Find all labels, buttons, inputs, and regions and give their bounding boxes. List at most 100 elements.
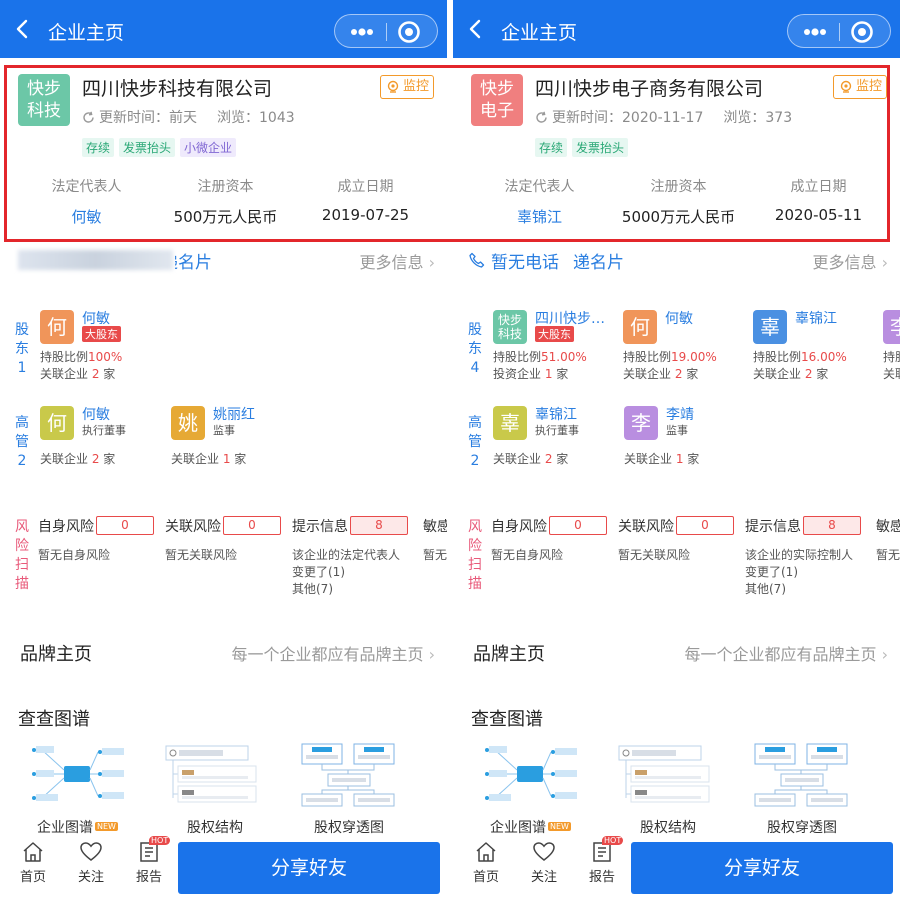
related-label: 投资企业	[493, 367, 545, 381]
blurred-contact	[18, 250, 173, 270]
executive-name[interactable]: 姚丽红	[213, 404, 255, 424]
shareholder-card[interactable]: 李持股关联	[883, 308, 900, 381]
more-info-text: 更多信息	[359, 253, 424, 272]
risk-item[interactable]: 提示信息 8 该企业的实际控制人变更了(1) 其他(7)	[745, 516, 872, 598]
risk-scan-label: 风险扫描	[467, 518, 483, 594]
risk-item[interactable]: 关联风险 0 暂无关联风险	[165, 516, 292, 564]
hot-badge: HOT	[149, 836, 171, 845]
enterprise-graph-label[interactable]: 企业图谱 NEW	[490, 817, 571, 837]
holding-ratio: 持股比例16.00%	[753, 348, 847, 365]
tab-report[interactable]: HOT 报告	[582, 836, 624, 885]
risk-description: 该企业的实际控制人变更了(1) 其他(7)	[745, 548, 854, 596]
contact-row: 暂无电话 递名片 更多信息 ›	[453, 244, 900, 274]
risk-description: 该企业的法定代表人变更了(1) 其他(7)	[292, 548, 401, 596]
section-label-char: 险	[15, 538, 29, 554]
tab-follow-label: 关注	[77, 870, 104, 885]
shareholder-card[interactable]: 辜辜锦江 持股比例16.00% 关联企业 2 家	[753, 308, 881, 381]
share-button[interactable]: 分享好友	[631, 842, 893, 894]
related-label: 关联	[883, 367, 900, 381]
shareholder-card[interactable]: 何何敏 大股东 持股比例100% 关联企业 2 家	[40, 308, 168, 381]
section-label-char: 描	[15, 576, 29, 592]
more-info-text: 更多信息	[812, 253, 877, 272]
section-label-char: 高	[15, 415, 29, 431]
graph-section-title: 查查图谱	[471, 709, 543, 730]
holding-ratio-label: 持股	[883, 350, 900, 364]
shareholder-name[interactable]: 何敏	[82, 308, 110, 328]
more-dots-icon[interactable]	[798, 23, 832, 41]
executive-card[interactable]: 辜辜锦江 执行董事 关联企业 2 家	[493, 404, 621, 474]
equity-structure-thumb[interactable]	[162, 742, 262, 808]
equity-penetration-thumb[interactable]	[751, 742, 851, 808]
equity-structure-label[interactable]: 股权结构	[640, 817, 696, 837]
enterprise-graph-text: 企业图谱	[37, 820, 93, 836]
tab-home[interactable]: 首页	[13, 840, 53, 885]
related-unit: 家	[552, 367, 569, 381]
executive-card[interactable]: 何何敏 执行董事 关联企业 2 家	[40, 404, 168, 474]
risk-description: 暂无自身风险	[38, 548, 111, 562]
holding-ratio-value: 51.00%	[541, 350, 587, 364]
share-button[interactable]: 分享好友	[178, 842, 440, 894]
shareholder-card[interactable]: 何何敏 持股比例19.00% 关联企业 2 家	[623, 308, 751, 381]
phone-text[interactable]: 暂无电话	[491, 248, 559, 273]
executive-role: 执行董事	[535, 424, 579, 437]
risk-item[interactable]: 关联风险 0 暂无关联风险	[618, 516, 745, 564]
shareholder-card[interactable]: 快步科技 四川快步… 大股东 持股比例51.00% 投资企业 1 家	[493, 308, 621, 381]
related-companies: 关联企业 1 家	[624, 450, 699, 467]
shareholders-label: 股东 1	[14, 321, 30, 378]
risk-item[interactable]: 敏感 暂无	[423, 516, 447, 564]
equity-penetration-label[interactable]: 股权穿透图	[767, 817, 837, 837]
related-label: 关联企业	[624, 452, 676, 466]
send-card-link[interactable]: 递名片	[573, 248, 624, 273]
executive-card[interactable]: 姚姚丽红 监事 关联企业 1 家	[171, 404, 299, 474]
enterprise-graph-text: 企业图谱	[490, 820, 546, 836]
executive-name[interactable]: 李靖	[666, 404, 694, 424]
target-circle-icon[interactable]	[397, 20, 421, 44]
equity-structure-thumb[interactable]	[615, 742, 715, 808]
tab-follow[interactable]: 关注	[71, 840, 111, 885]
equity-penetration-thumb[interactable]	[298, 742, 398, 808]
target-circle-icon[interactable]	[850, 20, 874, 44]
avatar: 李	[883, 310, 900, 344]
more-info-link[interactable]: 更多信息 ›	[360, 249, 436, 273]
risk-name: 提示信息	[745, 519, 801, 535]
risk-item[interactable]: 敏感 暂无	[876, 516, 900, 564]
executive-name[interactable]: 辜锦江	[535, 404, 577, 424]
related-label: 关联企业	[171, 452, 223, 466]
more-dots-icon[interactable]	[345, 23, 379, 41]
executive-name[interactable]: 何敏	[82, 404, 110, 424]
tab-home[interactable]: 首页	[466, 840, 506, 885]
risk-item[interactable]: 自身风险 0 暂无自身风险	[38, 516, 165, 564]
risk-item[interactable]: 自身风险 0 暂无自身风险	[491, 516, 618, 564]
section-label-char: 4	[470, 360, 480, 376]
brand-row[interactable]: 品牌主页 每一个企业都应有品牌主页 ›	[453, 640, 900, 665]
related-companies: 关联企业 2 家	[623, 365, 698, 382]
executive-card[interactable]: 李李靖 监事 关联企业 1 家	[624, 404, 752, 474]
avatar: 辜	[493, 406, 527, 440]
risk-count: 0	[549, 516, 607, 535]
chevron-left-icon[interactable]	[12, 18, 34, 40]
avatar: 快步科技	[493, 310, 527, 344]
holding-ratio-label: 持股比例	[623, 350, 672, 364]
heart-icon	[533, 842, 555, 861]
chevron-left-icon[interactable]	[465, 18, 487, 40]
shareholder-name[interactable]: 辜锦江	[795, 308, 837, 328]
header-bar: 企业主页	[453, 0, 900, 58]
home-icon	[23, 842, 43, 862]
brand-title: 品牌主页	[20, 644, 92, 665]
more-info-link[interactable]: 更多信息 ›	[813, 249, 889, 273]
enterprise-graph-thumb[interactable]	[481, 742, 581, 808]
brand-row[interactable]: 品牌主页 每一个企业都应有品牌主页 ›	[0, 640, 447, 665]
tab-follow[interactable]: 关注	[524, 840, 564, 885]
shareholder-name[interactable]: 何敏	[665, 308, 693, 328]
shareholder-name[interactable]: 四川快步…	[535, 308, 605, 328]
tab-report[interactable]: HOT 报告	[129, 836, 171, 885]
brand-title: 品牌主页	[473, 644, 545, 665]
risk-name: 敏感	[423, 519, 447, 535]
brand-subtitle: 每一个企业都应有品牌主页 ›	[231, 641, 435, 665]
equity-penetration-label[interactable]: 股权穿透图	[314, 817, 384, 837]
enterprise-graph-thumb[interactable]	[28, 742, 128, 808]
enterprise-graph-label[interactable]: 企业图谱 NEW	[37, 817, 118, 837]
avatar: 何	[40, 310, 74, 344]
equity-structure-label[interactable]: 股权结构	[187, 817, 243, 837]
risk-item[interactable]: 提示信息 8 该企业的法定代表人变更了(1) 其他(7)	[292, 516, 419, 598]
